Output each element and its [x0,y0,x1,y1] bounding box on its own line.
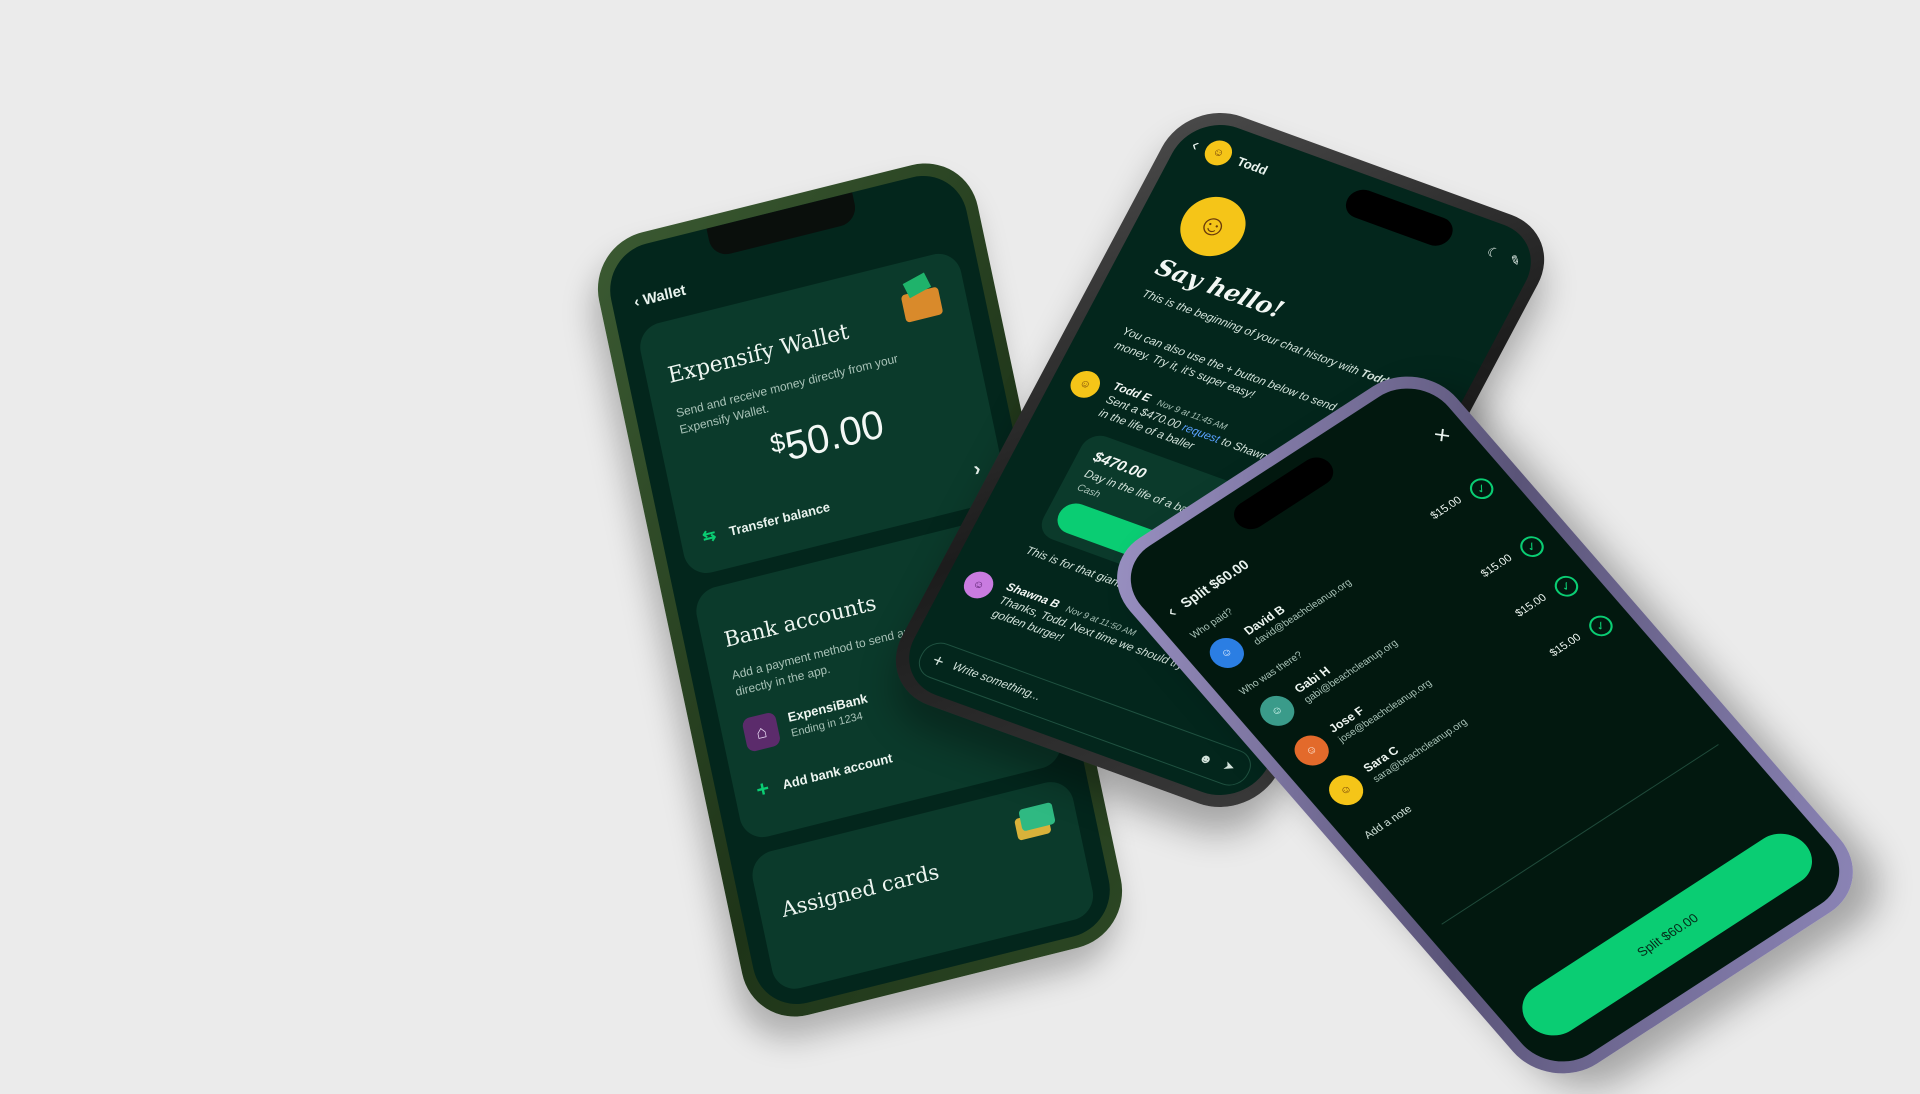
sender-avatar: ☺ [1065,367,1106,402]
transfer-arrows-icon: ⇆ [700,526,718,547]
check-icon[interactable]: ✓ [1549,571,1583,601]
participant-avatar: ☺ [1253,689,1302,732]
chevron-left-icon: ‹ [632,293,641,312]
close-icon[interactable]: ✕ [1429,423,1456,447]
check-icon[interactable]: ✓ [1584,611,1618,641]
wallet-illustration-icon [900,286,944,323]
plus-icon[interactable]: + [929,650,948,672]
sender-avatar: ☺ [958,567,999,603]
split-title: Split $60.00 [1176,556,1253,611]
participant-avatar: ☺ [1322,769,1371,812]
chat-header-name: Todd [1234,153,1271,178]
back-chevron-icon[interactable]: ‹ [1162,602,1181,621]
back-button[interactable]: ‹ Wallet [633,282,688,311]
send-icon[interactable]: ➤ [1220,758,1238,776]
cards-illustration-icon [1012,801,1058,845]
back-label: Wallet [641,281,688,309]
balance-amount: 50.00 [781,402,888,470]
bank-account-row[interactable]: ⌂ ExpensiBank Ending in 1234 [741,689,872,753]
check-icon[interactable]: ✓ [1515,532,1549,561]
check-icon[interactable]: ✓ [1465,474,1499,504]
bank-icon: ⌂ [741,711,782,753]
chat-hero-avatar: ☺ [1169,188,1257,265]
phone-call-icon[interactable]: ☾ [1484,244,1502,262]
participant-amount: $15.00 [1547,631,1584,660]
phone-notch [706,192,859,258]
assigned-cards-title: Assigned cards [779,859,942,922]
back-chevron-icon[interactable]: ‹ [1188,134,1204,155]
payer-avatar: ☺ [1202,632,1251,674]
plus-icon: + [753,775,772,803]
payer-amount: $15.00 [1428,494,1465,522]
participant-amount: $15.00 [1478,552,1515,580]
transfer-balance-label: Transfer balance [727,498,832,539]
add-bank-account-button[interactable]: + Add bank account [754,744,895,803]
participant-amount: $15.00 [1512,591,1550,620]
dynamic-island [1340,185,1459,250]
todd-avatar: ☺ [1200,136,1237,169]
participant-avatar: ☺ [1287,729,1336,772]
add-bank-account-label: Add bank account [781,749,894,792]
pin-icon[interactable]: ✎ [1506,252,1523,270]
request-method: Cash [1074,482,1103,501]
chevron-right-icon: › [971,457,983,481]
split-button[interactable]: Split $60.00 [1510,823,1825,1046]
